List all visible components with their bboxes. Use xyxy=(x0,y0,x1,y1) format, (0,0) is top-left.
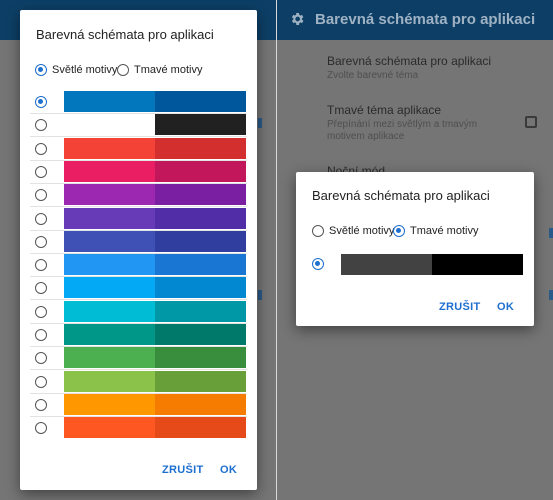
swatch-secondary[interactable] xyxy=(155,161,246,182)
swatch-primary[interactable] xyxy=(64,254,155,275)
swatch-secondary[interactable] xyxy=(155,138,246,159)
background-accent xyxy=(258,290,262,300)
row-divider xyxy=(30,299,247,300)
pref-summary: Zvolte barevné téma xyxy=(327,70,419,81)
swatch-radio[interactable] xyxy=(35,306,47,318)
swatch-secondary[interactable] xyxy=(155,231,246,252)
swatch-primary[interactable] xyxy=(64,301,155,322)
background-accent xyxy=(549,290,553,300)
swatch-primary[interactable] xyxy=(64,138,155,159)
app-title: Barevná schémata pro aplikaci xyxy=(315,11,536,28)
swatch-radio[interactable] xyxy=(35,376,47,388)
dialog-title: Barevná schémata pro aplikaci xyxy=(36,27,214,42)
swatch-primary[interactable] xyxy=(341,254,432,275)
radio-light-label: Světlé motivy xyxy=(329,225,395,237)
ok-button[interactable]: OK xyxy=(497,301,514,313)
radio-dark-label: Tmavé motivy xyxy=(410,225,479,237)
dialog-title: Barevná schémata pro aplikaci xyxy=(312,188,490,203)
swatch-primary[interactable] xyxy=(64,394,155,415)
swatch-radio[interactable] xyxy=(35,259,47,271)
row-divider xyxy=(30,369,247,370)
swatch-primary[interactable] xyxy=(64,114,155,135)
swatch-primary[interactable] xyxy=(64,184,155,205)
swatch-primary[interactable] xyxy=(64,161,155,182)
swatch-primary[interactable] xyxy=(64,231,155,252)
row-divider xyxy=(30,136,247,137)
swatch-radio[interactable] xyxy=(35,282,47,294)
pref-summary: Přepínání mezi světlým a tmavým motivem … xyxy=(327,119,478,142)
radio-dark-label: Tmavé motivy xyxy=(134,64,203,76)
swatch-primary[interactable] xyxy=(64,91,155,112)
swatch-secondary[interactable] xyxy=(155,254,246,275)
swatch-primary[interactable] xyxy=(64,208,155,229)
gear-icon[interactable] xyxy=(289,11,305,27)
radio-light-label: Světlé motivy xyxy=(52,64,118,76)
swatch-radio[interactable] xyxy=(312,258,324,270)
swatch-secondary[interactable] xyxy=(155,301,246,322)
swatch-radio[interactable] xyxy=(35,166,47,178)
swatch-primary[interactable] xyxy=(64,417,155,438)
swatch-secondary[interactable] xyxy=(155,324,246,345)
cancel-button[interactable]: ZRUŠIT xyxy=(439,301,481,313)
pref-title: Barevná schémata pro aplikaci xyxy=(327,54,492,68)
swatch-secondary[interactable] xyxy=(432,254,523,275)
app-bar: Barevná schémata pro aplikaci xyxy=(277,0,553,40)
swatch-primary[interactable] xyxy=(64,324,155,345)
swatch-radio[interactable] xyxy=(35,329,47,341)
swatch-secondary[interactable] xyxy=(155,417,246,438)
cancel-button[interactable]: ZRUŠIT xyxy=(162,464,204,476)
swatch-radio[interactable] xyxy=(35,422,47,434)
swatch-radio[interactable] xyxy=(35,399,47,411)
background-accent xyxy=(258,118,262,128)
left-screen: Barevná schémata pro aplikaci Světlé mot… xyxy=(0,0,276,500)
right-screen: Barevná schémata pro aplikaci Barevná sc… xyxy=(277,0,553,500)
swatch-radio[interactable] xyxy=(35,236,47,248)
swatch-secondary[interactable] xyxy=(155,371,246,392)
swatch-secondary[interactable] xyxy=(155,114,246,135)
pref-color-scheme[interactable]: Barevná schémata pro aplikaci Zvolte bar… xyxy=(327,54,527,82)
swatch-radio[interactable] xyxy=(35,119,47,131)
swatch-secondary[interactable] xyxy=(155,277,246,298)
background-accent xyxy=(549,228,553,238)
color-scheme-dialog-light: Barevná schémata pro aplikaci Světlé mot… xyxy=(20,10,257,490)
swatch-primary[interactable] xyxy=(64,277,155,298)
pref-title: Tmavé téma aplikace xyxy=(327,103,442,117)
swatch-radio[interactable] xyxy=(35,352,47,364)
swatch-secondary[interactable] xyxy=(155,394,246,415)
swatch-radio[interactable] xyxy=(35,96,47,108)
swatch-secondary[interactable] xyxy=(155,347,246,368)
row-divider xyxy=(30,206,247,207)
radio-dark-themes[interactable] xyxy=(117,64,129,76)
swatch-radio[interactable] xyxy=(35,189,47,201)
radio-light-themes[interactable] xyxy=(312,225,324,237)
dark-theme-checkbox[interactable] xyxy=(525,116,537,128)
pref-dark-theme[interactable]: Tmavé téma aplikace Přepínání mezi světl… xyxy=(327,103,507,143)
swatch-secondary[interactable] xyxy=(155,91,246,112)
radio-light-themes[interactable] xyxy=(35,64,47,76)
ok-button[interactable]: OK xyxy=(220,464,237,476)
radio-dark-themes[interactable] xyxy=(393,225,405,237)
swatch-radio[interactable] xyxy=(35,213,47,225)
swatch-secondary[interactable] xyxy=(155,184,246,205)
swatch-radio[interactable] xyxy=(35,143,47,155)
swatch-secondary[interactable] xyxy=(155,208,246,229)
swatch-primary[interactable] xyxy=(64,347,155,368)
color-scheme-dialog-dark: Barevná schémata pro aplikaci Světlé mot… xyxy=(296,172,534,326)
swatch-primary[interactable] xyxy=(64,371,155,392)
